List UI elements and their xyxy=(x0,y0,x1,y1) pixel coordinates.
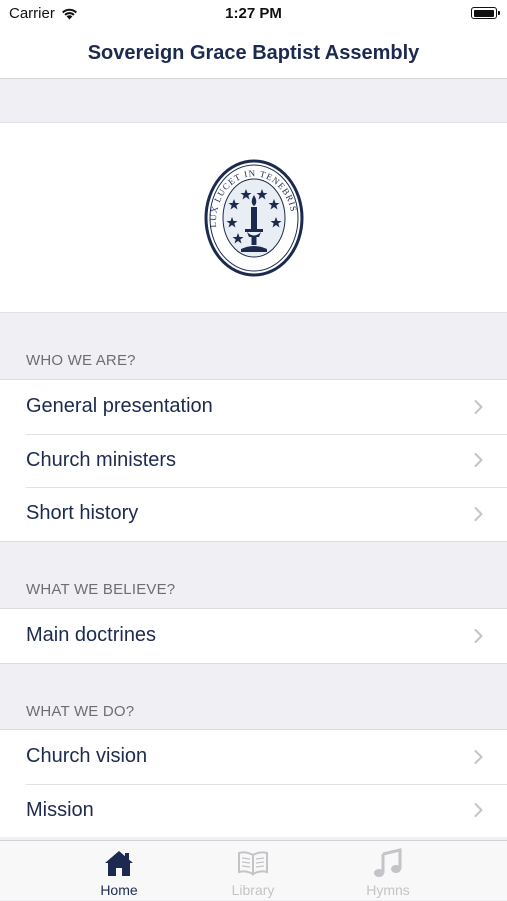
list-item-church-vision[interactable]: Church vision xyxy=(0,730,507,784)
list-item-label: Short history xyxy=(26,502,139,525)
list-item-label: General presentation xyxy=(26,395,213,418)
logo-section: LUX LUCET IN TENEBRIS xyxy=(0,122,507,313)
tab-library-label: Library xyxy=(231,882,275,898)
book-icon xyxy=(238,851,268,876)
chevron-right-icon xyxy=(474,453,483,468)
list-item-short-history[interactable]: Short history xyxy=(0,487,507,541)
section-who-we-are: General presentation Church ministers Sh… xyxy=(0,379,507,542)
chevron-right-icon xyxy=(474,628,483,643)
home-icon xyxy=(105,850,133,876)
page-title: Sovereign Grace Baptist Assembly xyxy=(87,41,420,64)
list-item-general-presentation[interactable]: General presentation xyxy=(0,380,507,434)
church-seal-logo: LUX LUCET IN TENEBRIS xyxy=(204,159,303,276)
list-item-label: Church ministers xyxy=(26,448,177,471)
list-item-label: Main doctrines xyxy=(26,624,157,647)
list-item-label: Mission xyxy=(26,798,94,821)
section-header-what-we-do: WHAT WE DO? xyxy=(26,703,135,720)
list-item-main-doctrines[interactable]: Main doctrines xyxy=(0,609,507,663)
chevron-right-icon xyxy=(474,749,483,764)
tab-hymns-label: Hymns xyxy=(366,882,410,898)
chevron-right-icon xyxy=(474,399,483,414)
tab-home[interactable]: Home xyxy=(69,841,169,901)
tab-bar: Home Library Hymns xyxy=(0,840,507,900)
section-what-we-believe: Main doctrines xyxy=(0,608,507,664)
tab-library[interactable]: Library xyxy=(203,841,303,901)
battery-icon xyxy=(471,7,500,19)
chevron-right-icon xyxy=(474,506,483,521)
status-time: 1:27 PM xyxy=(225,5,282,22)
navigation-bar: Sovereign Grace Baptist Assembly xyxy=(0,28,507,79)
section-header-what-we-believe: WHAT WE BELIEVE? xyxy=(26,581,176,598)
list-item-mission[interactable]: Mission xyxy=(0,783,507,838)
tab-hymns[interactable]: Hymns xyxy=(338,841,438,901)
section-header-who-we-are: WHO WE ARE? xyxy=(26,352,136,369)
list-item-label: Church vision xyxy=(26,745,148,768)
list-item-church-ministers[interactable]: Church ministers xyxy=(0,433,507,488)
music-note-icon xyxy=(374,848,402,877)
tab-home-label: Home xyxy=(100,882,138,898)
status-bar: Carrier 1:27 PM xyxy=(0,0,507,28)
section-what-we-do: Church vision Mission xyxy=(0,729,507,837)
chevron-right-icon xyxy=(474,803,483,818)
